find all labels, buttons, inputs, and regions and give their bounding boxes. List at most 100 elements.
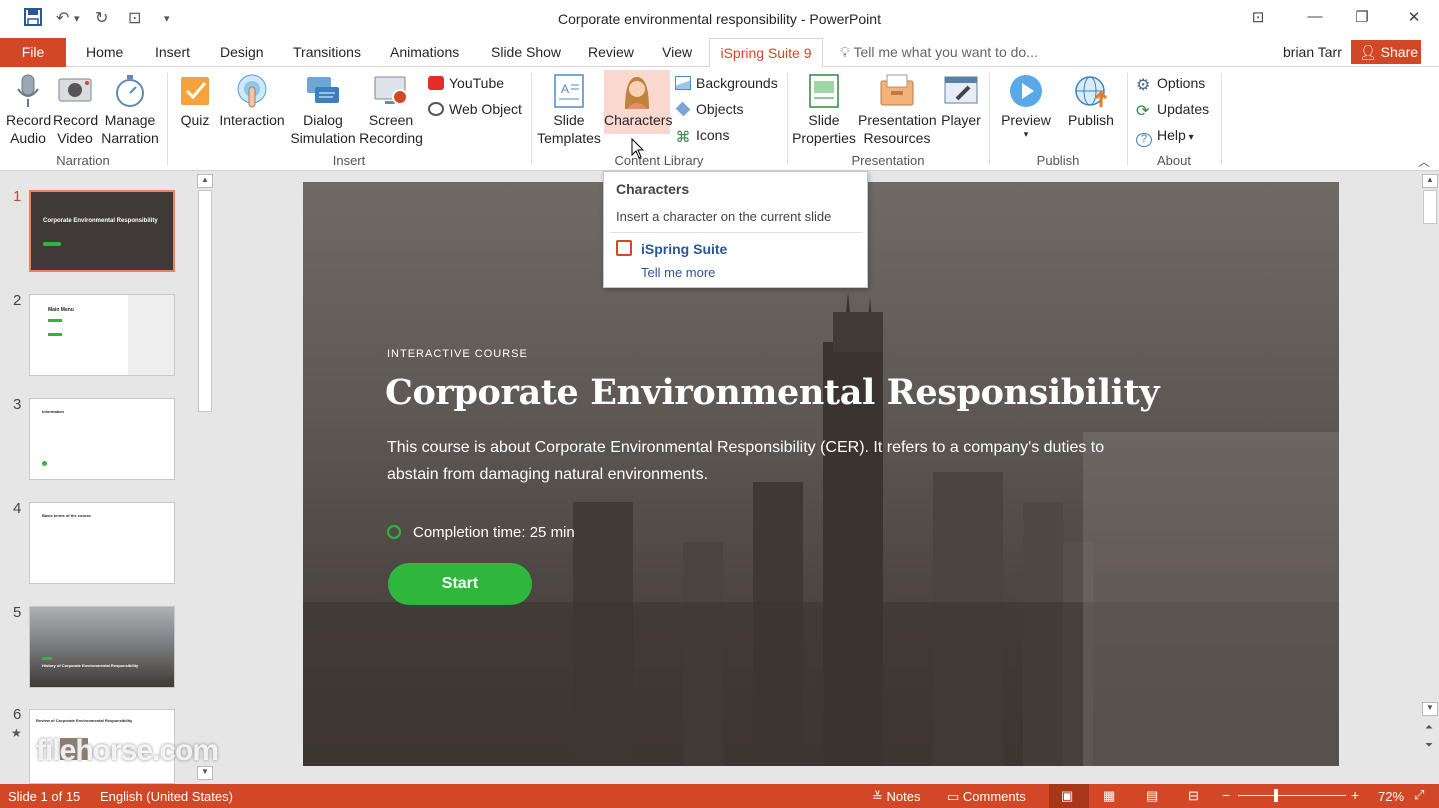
icons-button[interactable]: ⌘ Icons [675,127,730,145]
slide-thumbnails-pane: 1 Corporate Environmental Responsibility… [0,172,219,784]
tab-animations[interactable]: Animations [390,44,459,60]
tab-design[interactable]: Design [220,44,264,60]
tab-home[interactable]: Home [86,44,123,60]
ribbon-display-options-icon[interactable]: ⊡ [1248,8,1268,26]
scroll-up-icon[interactable]: ▲ [1422,174,1438,188]
dialog-bubbles-icon [305,73,341,109]
thumb-title: Review of Corporate Environmental Respon… [36,718,133,723]
screen-record-icon [373,73,409,109]
slide-thumbnail-5[interactable]: History of Corporate Environmental Respo… [29,606,175,688]
divider [787,73,788,165]
scroll-thumb[interactable] [198,190,212,412]
next-slide-icon[interactable]: ⏷ [1425,740,1433,751]
reading-view-icon[interactable]: ▤ [1146,788,1158,804]
zoom-slider-track[interactable] [1238,795,1346,796]
slide-thumbnail-4[interactable]: Basic terms of the course [29,502,175,584]
objects-button[interactable]: Objects [675,101,743,117]
updates-button[interactable]: ⟳ Updates [1136,101,1209,120]
slide-scrollbar[interactable]: ▲ ▼ ⏶ ⏷ [1421,172,1439,784]
thumb-side-panel [128,295,174,375]
web-object-globe-icon [428,102,444,116]
dialog-simulation-button[interactable]: Dialog Simulation [288,73,358,147]
ispring-logo-icon [616,240,632,256]
tab-slide-show[interactable]: Slide Show [491,44,561,60]
previous-slide-icon[interactable]: ⏶ [1425,722,1433,733]
player-button[interactable]: Player [938,73,984,129]
tab-ispring-suite[interactable]: iSpring Suite 9 [709,38,823,68]
slide-thumbnail-3[interactable]: Information [29,398,175,480]
completion-time: Completion time: 25 min [387,524,575,541]
share-label: Share [1380,44,1419,60]
scroll-up-icon[interactable]: ▲ [197,174,213,188]
tell-me-more-link[interactable]: Tell me more [641,265,715,280]
language-indicator[interactable]: English (United States) [100,789,233,804]
collapse-ribbon-icon[interactable]: ︿ [1418,153,1430,170]
refresh-icon: ⟳ [1136,103,1150,120]
interaction-label: Interaction [219,112,285,128]
user-name[interactable]: brian Tarr [1283,44,1342,60]
backgrounds-button[interactable]: Backgrounds [675,75,778,91]
slide-templates-button[interactable]: A Slide Templates [536,73,602,147]
characters-button[interactable]: Characters [604,70,672,134]
youtube-label: YouTube [449,75,505,91]
tab-review[interactable]: Review [588,44,634,60]
scroll-thumb[interactable] [1423,190,1437,224]
thumb-accent [42,657,52,660]
tab-view[interactable]: View [662,44,692,60]
zoom-level[interactable]: 72% [1378,789,1404,804]
thumb-title: History of Corporate Environmental Respo… [42,663,139,668]
share-button[interactable]: 👤︎ Share [1351,40,1421,64]
manage-narration-button[interactable]: Manage Narration [100,73,160,147]
zoom-in-icon[interactable]: + [1351,787,1359,803]
folder-icon [879,73,915,109]
person-icon: 👤︎ [1359,44,1381,60]
slide-thumbnail-1[interactable]: Corporate Environmental Responsibility [29,190,175,272]
tab-file[interactable]: File [0,38,66,67]
normal-view-button[interactable]: ▣ [1049,784,1089,808]
fit-to-window-icon[interactable]: ⤢ [1414,787,1424,803]
backgrounds-label: Backgrounds [696,75,778,91]
player-tools-icon [943,73,979,109]
tab-insert[interactable]: Insert [155,44,190,60]
restore-icon[interactable]: ❐ [1352,8,1372,26]
web-object-button[interactable]: Web Object [428,101,522,117]
presentation-resources-button[interactable]: Presentation Resources [858,73,937,147]
zoom-slider-thumb[interactable] [1274,789,1278,802]
thumbnail-scrollbar[interactable]: ▲ ▼ [196,172,214,784]
presentation-resources-label: Presentation Resources [858,112,937,146]
player-label: Player [941,112,981,128]
slide-properties-button[interactable]: Slide Properties [792,73,856,147]
close-icon[interactable]: ✕ [1404,8,1424,26]
play-icon [1008,73,1044,109]
tell-me-search[interactable]: 💡︎ Tell me what you want to do... [840,44,1038,61]
start-button[interactable]: Start [388,563,532,605]
icons-label: Icons [696,127,730,143]
tab-transitions[interactable]: Transitions [293,44,361,60]
interaction-button[interactable]: Interaction [218,73,286,129]
notes-button[interactable]: ≚ Notes [872,789,920,805]
options-button[interactable]: ⚙ Options [1136,75,1205,94]
minimize-icon[interactable]: — [1305,8,1325,25]
manage-narration-label: Manage Narration [101,112,159,146]
comments-button[interactable]: ▭ Comments [947,789,1026,805]
youtube-button[interactable]: YouTube [428,75,504,91]
record-video-button[interactable]: Record Video [52,73,98,147]
slide-thumbnail-2[interactable]: Main Menu [29,294,175,376]
preview-button[interactable]: Preview ▾ [996,73,1056,139]
zoom-out-icon[interactable]: − [1222,787,1230,803]
screen-recording-button[interactable]: Screen Recording [358,73,424,147]
backgrounds-image-icon [675,76,691,90]
youtube-icon [428,76,444,90]
slide-number: 4 [13,500,22,517]
slideshow-view-icon[interactable]: ⊟ [1188,788,1199,804]
slide-sorter-icon[interactable]: ▦ [1103,788,1115,804]
scroll-down-icon[interactable]: ▼ [1422,702,1438,716]
help-button[interactable]: ? Help ▾ [1136,127,1194,147]
objects-label: Objects [696,101,744,117]
record-audio-button[interactable]: Record Audio [4,73,52,147]
quiz-checkmark-icon [177,73,213,109]
quiz-button[interactable]: Quiz [176,73,214,129]
scroll-down-icon[interactable]: ▼ [197,766,213,780]
publish-button[interactable]: Publish [1062,73,1120,129]
record-audio-label: Record Audio [6,112,52,146]
